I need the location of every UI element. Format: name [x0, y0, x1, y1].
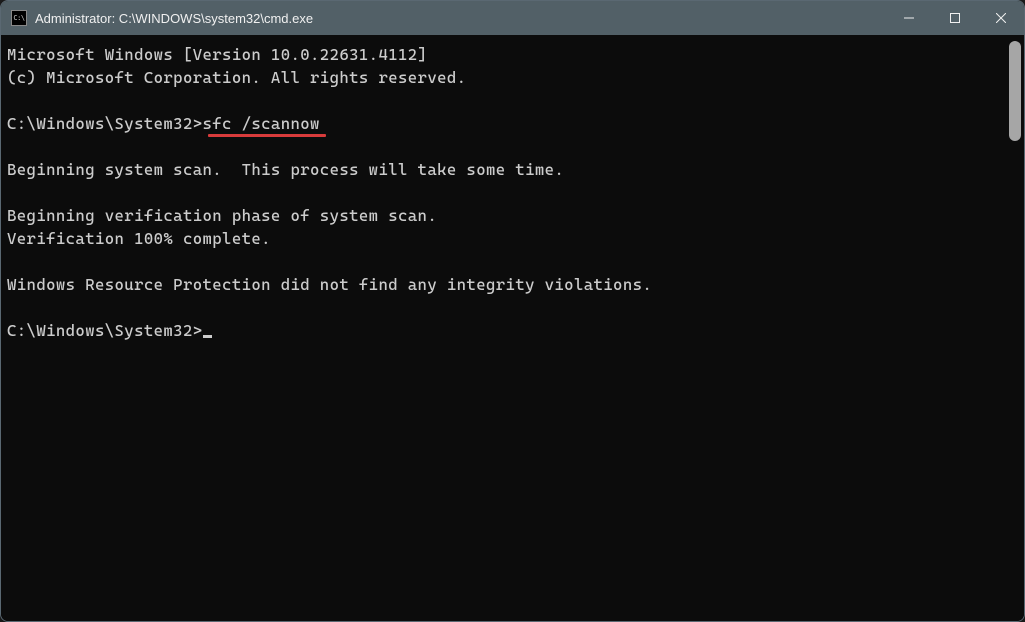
maximize-button[interactable] — [932, 1, 978, 35]
prompt-path: C:\Windows\System32> — [7, 321, 203, 340]
entered-command: sfc /scannow — [203, 114, 320, 133]
output-line: Microsoft Windows [Version 10.0.22631.41… — [7, 43, 1018, 66]
cmd-window: C:\ Administrator: C:\WINDOWS\system32\c… — [0, 0, 1025, 622]
prompt-line: C:\Windows\System32>sfc /scannow — [7, 112, 1018, 135]
prompt-line-active[interactable]: C:\Windows\System32> — [7, 319, 1018, 342]
scrollbar-thumb[interactable] — [1009, 41, 1021, 141]
cursor-icon — [203, 335, 212, 338]
window-title: Administrator: C:\WINDOWS\system32\cmd.e… — [35, 11, 313, 26]
minimize-icon — [904, 13, 914, 23]
terminal-output[interactable]: Microsoft Windows [Version 10.0.22631.41… — [1, 35, 1024, 621]
output-blank — [7, 181, 1018, 204]
output-blank — [7, 296, 1018, 319]
scrollbar-vertical[interactable] — [1009, 41, 1021, 615]
output-line: Verification 100% complete. — [7, 227, 1018, 250]
output-line: (c) Microsoft Corporation. All rights re… — [7, 66, 1018, 89]
terminal-area: Microsoft Windows [Version 10.0.22631.41… — [1, 35, 1024, 621]
maximize-icon — [950, 13, 960, 23]
cmd-icon: C:\ — [11, 10, 27, 26]
titlebar[interactable]: C:\ Administrator: C:\WINDOWS\system32\c… — [1, 1, 1024, 35]
minimize-button[interactable] — [886, 1, 932, 35]
output-blank — [7, 250, 1018, 273]
output-blank — [7, 89, 1018, 112]
close-button[interactable] — [978, 1, 1024, 35]
close-icon — [996, 13, 1006, 23]
output-blank — [7, 135, 1018, 158]
output-line: Beginning system scan. This process will… — [7, 158, 1018, 181]
output-line: Windows Resource Protection did not find… — [7, 273, 1018, 296]
prompt-path: C:\Windows\System32> — [7, 114, 203, 133]
output-line: Beginning verification phase of system s… — [7, 204, 1018, 227]
